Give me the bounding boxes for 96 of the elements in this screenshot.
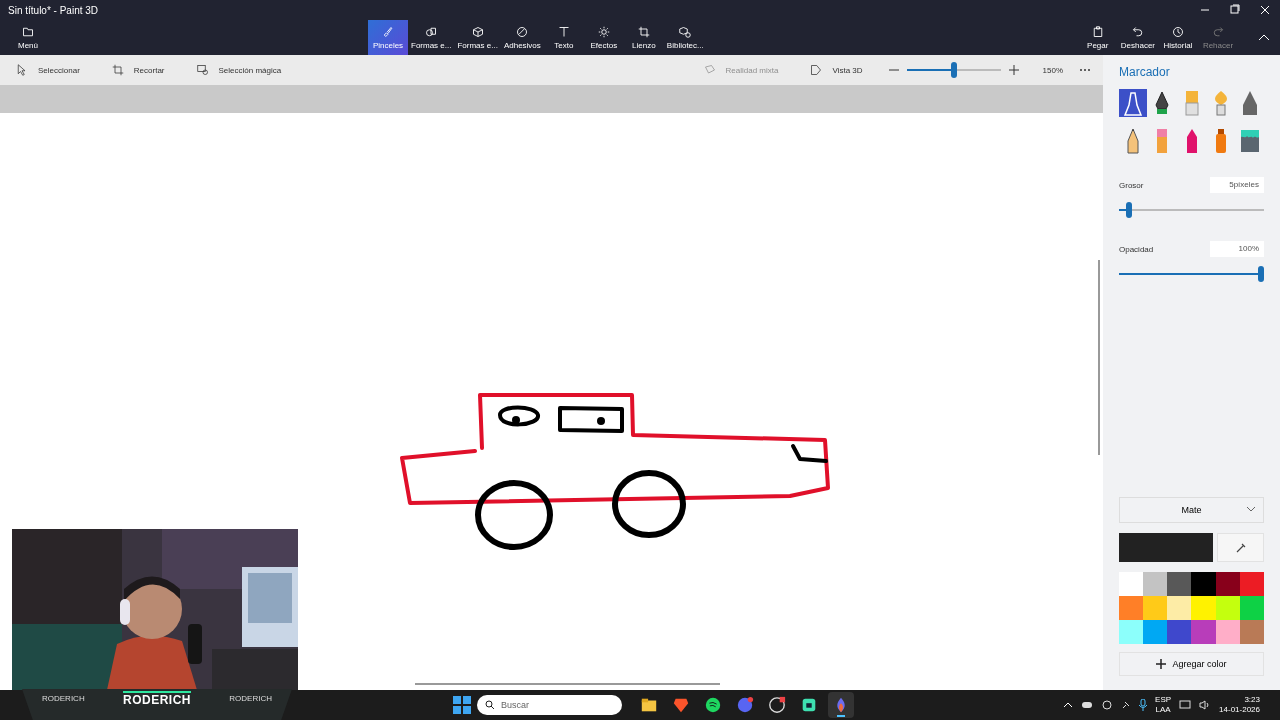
ribbon-action[interactable]: Historial bbox=[1158, 20, 1198, 55]
finish-dropdown[interactable]: Mate bbox=[1119, 497, 1264, 523]
slider-thumb[interactable] bbox=[1125, 202, 1132, 218]
color-swatch[interactable] bbox=[1119, 596, 1144, 620]
color-swatch[interactable] bbox=[1119, 572, 1144, 596]
menu-button[interactable]: Menú bbox=[8, 20, 48, 55]
search-field[interactable]: Buscar bbox=[477, 695, 622, 715]
app-icon bbox=[800, 696, 818, 714]
color-swatch[interactable] bbox=[1215, 620, 1240, 644]
ribbon-tab[interactable]: Lienzo bbox=[623, 20, 664, 55]
brush-button[interactable] bbox=[1119, 89, 1147, 117]
ribbon-tab[interactable]: Bibliotec... bbox=[663, 20, 707, 55]
search-icon bbox=[485, 700, 495, 710]
add-color-button[interactable]: Agregar color bbox=[1119, 652, 1264, 676]
speaker-icon[interactable] bbox=[1199, 700, 1212, 710]
color-swatch[interactable] bbox=[1239, 596, 1264, 620]
color-swatch[interactable] bbox=[1119, 620, 1144, 644]
ribbon-tab[interactable]: Pinceles bbox=[368, 20, 408, 55]
clipboard-icon bbox=[1091, 25, 1104, 38]
toolbar-button[interactable]: Recortar bbox=[105, 63, 171, 77]
language-label[interactable]: LAA bbox=[1155, 705, 1171, 715]
ribbon-tab[interactable]: Formas e... bbox=[408, 20, 455, 55]
magic-select-icon bbox=[196, 64, 209, 76]
shield-icon bbox=[672, 696, 690, 714]
thickness-field[interactable]: 5píxeles bbox=[1210, 177, 1264, 193]
history-icon bbox=[1172, 25, 1184, 38]
ribbon-tab[interactable]: Formas e... bbox=[454, 20, 501, 55]
zoom-in-icon[interactable] bbox=[1008, 65, 1019, 75]
color-swatch[interactable] bbox=[1239, 572, 1264, 596]
sun-icon bbox=[597, 25, 610, 38]
music-icon bbox=[704, 696, 722, 714]
scrollbar[interactable] bbox=[1098, 260, 1100, 455]
view-3d-button[interactable]: Vista 3D bbox=[804, 63, 869, 77]
slider-thumb[interactable] bbox=[950, 62, 957, 78]
brush-icon bbox=[382, 25, 394, 38]
shapes-icon bbox=[425, 25, 438, 38]
ribbon-action[interactable]: Deshacer bbox=[1117, 20, 1158, 55]
more-icon[interactable] bbox=[1079, 68, 1091, 72]
text-icon bbox=[557, 25, 570, 38]
color-swatch[interactable] bbox=[1167, 596, 1192, 620]
cube-outline-icon bbox=[703, 64, 716, 76]
slider-thumb[interactable] bbox=[1258, 266, 1264, 282]
network-icon[interactable] bbox=[1101, 699, 1114, 711]
sticker-icon bbox=[516, 25, 529, 38]
cursor-icon bbox=[16, 64, 28, 76]
clock-date[interactable]: 14-01-2026 bbox=[1219, 705, 1260, 715]
scrollbar[interactable] bbox=[415, 683, 720, 685]
ribbon-action[interactable]: Pegar bbox=[1077, 20, 1118, 55]
color-swatch[interactable] bbox=[1191, 572, 1216, 596]
library-icon bbox=[679, 25, 692, 38]
color-swatch[interactable] bbox=[1143, 596, 1168, 620]
plus-icon bbox=[1156, 659, 1167, 669]
color-swatch[interactable] bbox=[1191, 596, 1216, 620]
color-swatch[interactable] bbox=[1143, 572, 1168, 596]
undo-icon bbox=[1131, 25, 1144, 38]
color-swatch[interactable] bbox=[1215, 572, 1240, 596]
circle-icon bbox=[768, 696, 786, 714]
crop-icon bbox=[111, 64, 124, 76]
ribbon-tab[interactable]: Adhesivos bbox=[500, 20, 544, 55]
folder-icon bbox=[22, 25, 34, 38]
ribbon-tab[interactable]: Efectos bbox=[583, 20, 624, 55]
panel-title: Marcador bbox=[1119, 65, 1171, 79]
color-swatch[interactable] bbox=[1215, 596, 1240, 620]
banner-label: RODERICH bbox=[42, 694, 85, 703]
crop-icon bbox=[637, 25, 650, 38]
zoom-reading: 150% bbox=[1042, 65, 1063, 75]
taskbar-app[interactable] bbox=[828, 692, 854, 718]
streamer-name: RODERICH bbox=[123, 691, 191, 707]
language-label[interactable]: ESP bbox=[1155, 695, 1172, 705]
chevron-down-icon bbox=[1247, 506, 1255, 512]
color-swatch[interactable] bbox=[1143, 620, 1168, 644]
ribbon-tab[interactable]: Texto bbox=[543, 20, 584, 55]
gamepad-icon[interactable] bbox=[1081, 700, 1094, 710]
folder-icon bbox=[640, 696, 658, 714]
toolbar-button[interactable]: Selección mágica bbox=[190, 63, 288, 77]
microphone-icon[interactable] bbox=[1139, 699, 1148, 711]
color-swatch[interactable] bbox=[1167, 572, 1192, 596]
toolbar-button[interactable]: Seleccionar bbox=[10, 63, 86, 77]
shape-icon bbox=[810, 64, 823, 76]
color-swatch[interactable] bbox=[1167, 620, 1192, 644]
clock-time[interactable]: 3:23 bbox=[1244, 695, 1260, 705]
opacity-label: Opacidad bbox=[1119, 244, 1154, 254]
start-icon[interactable] bbox=[453, 696, 471, 714]
color-swatch[interactable] bbox=[1191, 620, 1216, 644]
monitor-icon[interactable] bbox=[1179, 700, 1192, 710]
chat-icon bbox=[736, 696, 754, 714]
thickness-label: Grosor bbox=[1119, 180, 1144, 190]
banner-label: RODERICH bbox=[229, 694, 272, 703]
color-swatch[interactable] bbox=[1239, 620, 1264, 644]
pin-icon[interactable] bbox=[1121, 700, 1132, 710]
chevron-icon[interactable] bbox=[1063, 701, 1074, 709]
cube-icon bbox=[471, 25, 484, 38]
redo-icon bbox=[1212, 25, 1224, 38]
opacity-field[interactable]: 100% bbox=[1210, 241, 1264, 257]
eyedropper-icon bbox=[1234, 541, 1247, 554]
window-title: Sin título* - Paint 3D bbox=[8, 4, 99, 16]
